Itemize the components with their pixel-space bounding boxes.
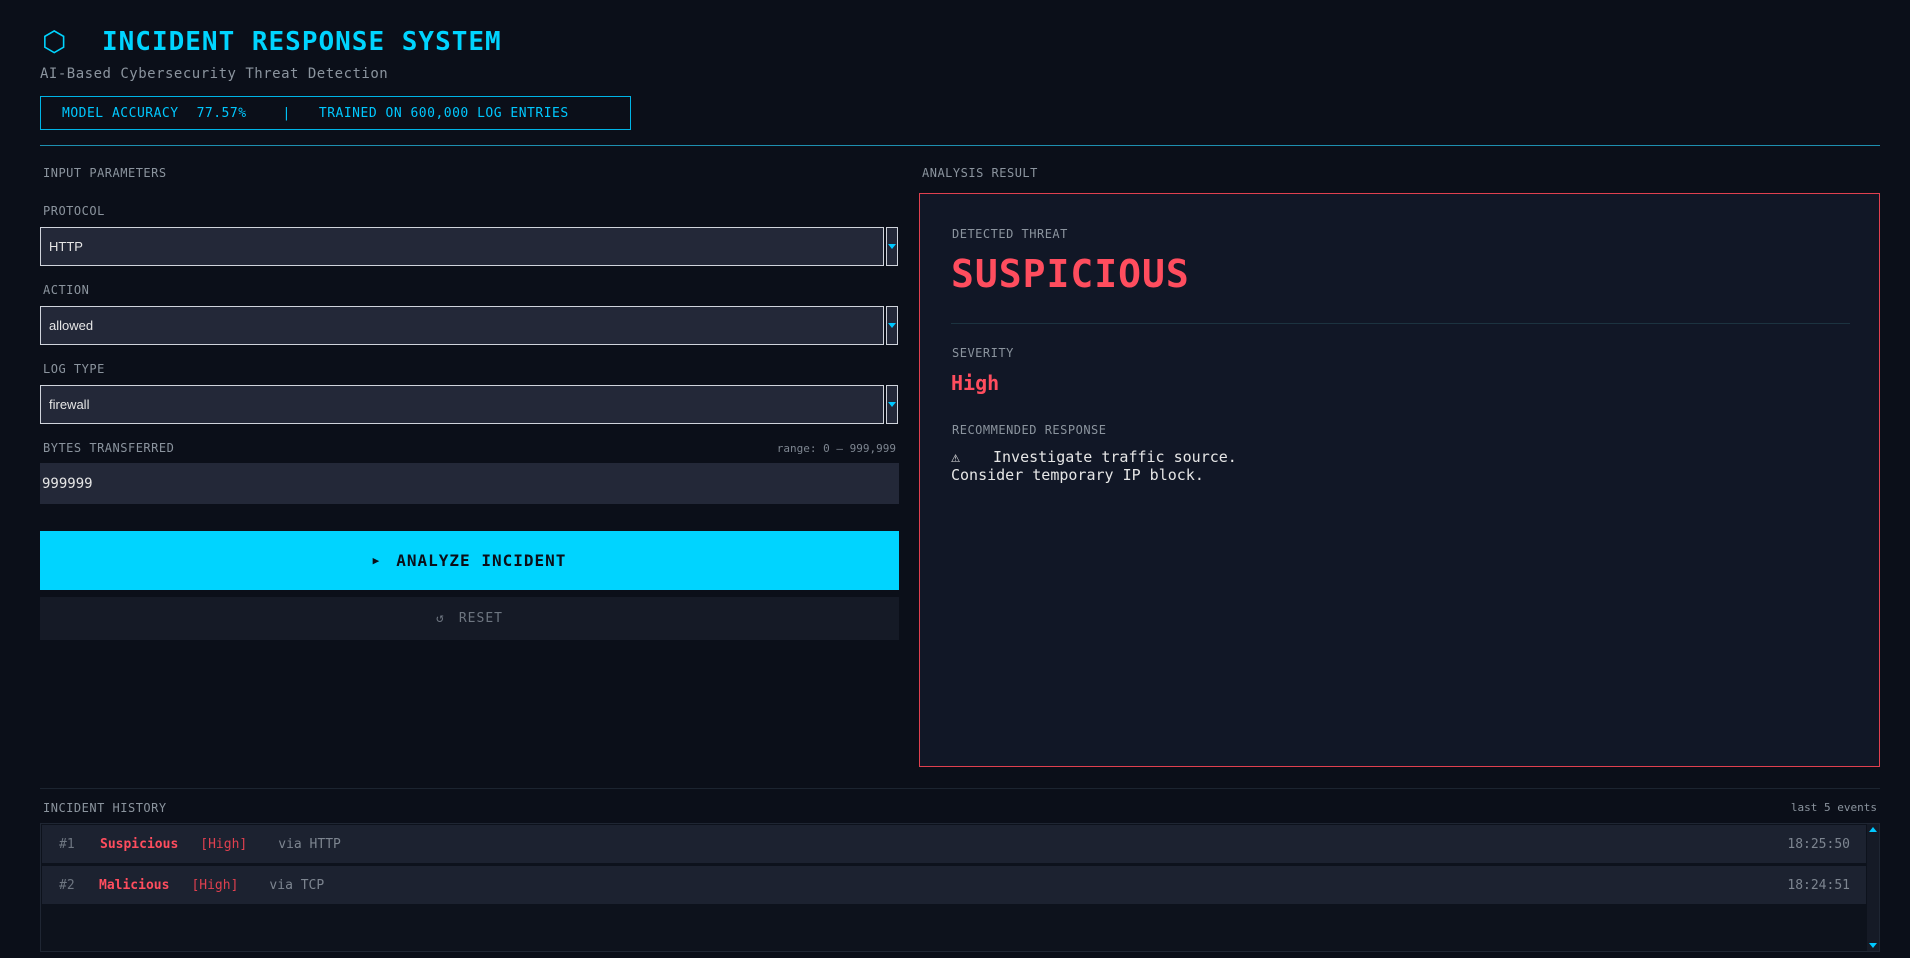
log-type-select[interactable]: firewall: [40, 385, 898, 424]
history-row-protocol: via HTTP: [278, 836, 341, 852]
chevron-down-icon[interactable]: [886, 385, 898, 424]
recommended-response: ⚠ Investigate traffic source. Consider te…: [951, 448, 1237, 484]
threat-value: SUSPICIOUS: [951, 252, 1190, 296]
history-row-time: 18:25:50: [1787, 836, 1850, 852]
protocol-label: PROTOCOL: [43, 204, 105, 218]
app-root: ⬡ INCIDENT RESPONSE SYSTEM AI-Based Cybe…: [0, 0, 1910, 958]
analyze-button-label: ANALYZE INCIDENT: [396, 551, 567, 570]
severity-value: High: [951, 371, 1000, 395]
history-count-note: last 5 events: [1790, 801, 1877, 814]
history-row-number: #2: [59, 877, 75, 893]
history-section-label: INCIDENT HISTORY: [43, 801, 167, 815]
history-row[interactable]: #1 Suspicious [High] via HTTP 18:25:50: [42, 825, 1866, 863]
response-line-2: Consider temporary IP block.: [951, 466, 1204, 484]
warning-icon: ⚠: [951, 448, 961, 466]
model-stats-banner: MODEL ACCURACY 77.57% | TRAINED ON 600,0…: [40, 96, 631, 130]
play-icon: ▶: [372, 554, 381, 567]
history-scrollbar[interactable]: [1867, 824, 1879, 951]
trained-on-label: TRAINED ON 600,000 LOG ENTRIES: [318, 105, 569, 121]
result-divider: [951, 323, 1850, 324]
result-section-label: ANALYSIS RESULT: [922, 166, 1038, 180]
result-panel: DETECTED THREAT SUSPICIOUS SEVERITY High…: [919, 193, 1880, 767]
action-select-value[interactable]: allowed: [40, 306, 884, 345]
bytes-label: BYTES TRANSFERRED: [43, 441, 175, 455]
accuracy-value: 77.57%: [196, 105, 247, 121]
reset-button[interactable]: ↺ RESET: [40, 597, 899, 640]
history-row-time: 18:24:51: [1787, 877, 1850, 893]
protocol-select[interactable]: HTTP: [40, 227, 898, 266]
bytes-input[interactable]: 999999: [40, 463, 899, 504]
history-row-protocol: via TCP: [269, 877, 325, 893]
history-row[interactable]: #2 Malicious [High] via TCP 18:24:51: [42, 866, 1866, 904]
analyze-button[interactable]: ▶ ANALYZE INCIDENT: [40, 531, 899, 590]
threat-label: DETECTED THREAT: [952, 227, 1068, 241]
history-row-type: Malicious: [99, 877, 170, 893]
log-type-select-value[interactable]: firewall: [40, 385, 884, 424]
history-row-severity: [High]: [200, 836, 248, 852]
bytes-range-note: range: 0 – 999,999: [776, 442, 896, 455]
action-select[interactable]: allowed: [40, 306, 898, 345]
protocol-select-value[interactable]: HTTP: [40, 227, 884, 266]
scroll-down-icon[interactable]: [1869, 943, 1877, 948]
stats-separator: |: [282, 105, 291, 121]
history-row-severity: [High]: [191, 877, 239, 893]
header-divider: [40, 145, 1880, 146]
reset-button-label: RESET: [458, 611, 503, 626]
history-list[interactable]: #1 Suspicious [High] via HTTP 18:25:50 #…: [40, 823, 1880, 952]
action-label: ACTION: [43, 283, 90, 297]
history-row-number: #1: [59, 836, 75, 852]
page-title: INCIDENT RESPONSE SYSTEM: [102, 27, 502, 57]
input-section-label: INPUT PARAMETERS: [43, 166, 167, 180]
log-type-label: LOG TYPE: [43, 362, 105, 376]
accuracy-label: MODEL ACCURACY: [62, 105, 179, 121]
reset-icon: ↺: [436, 611, 445, 626]
header: ⬡ INCIDENT RESPONSE SYSTEM AI-Based Cybe…: [40, 24, 502, 82]
history-divider: [40, 788, 1880, 789]
severity-label: SEVERITY: [952, 346, 1014, 360]
chevron-down-icon[interactable]: [886, 306, 898, 345]
hexagon-icon: ⬡: [42, 25, 67, 58]
title-row: ⬡ INCIDENT RESPONSE SYSTEM: [40, 24, 502, 60]
scroll-up-icon[interactable]: [1869, 827, 1877, 832]
chevron-down-icon[interactable]: [886, 227, 898, 266]
page-subtitle: AI-Based Cybersecurity Threat Detection: [40, 66, 389, 82]
response-label: RECOMMENDED RESPONSE: [952, 423, 1107, 437]
response-line-1: Investigate traffic source.: [993, 448, 1237, 466]
history-row-type: Suspicious: [100, 836, 179, 852]
